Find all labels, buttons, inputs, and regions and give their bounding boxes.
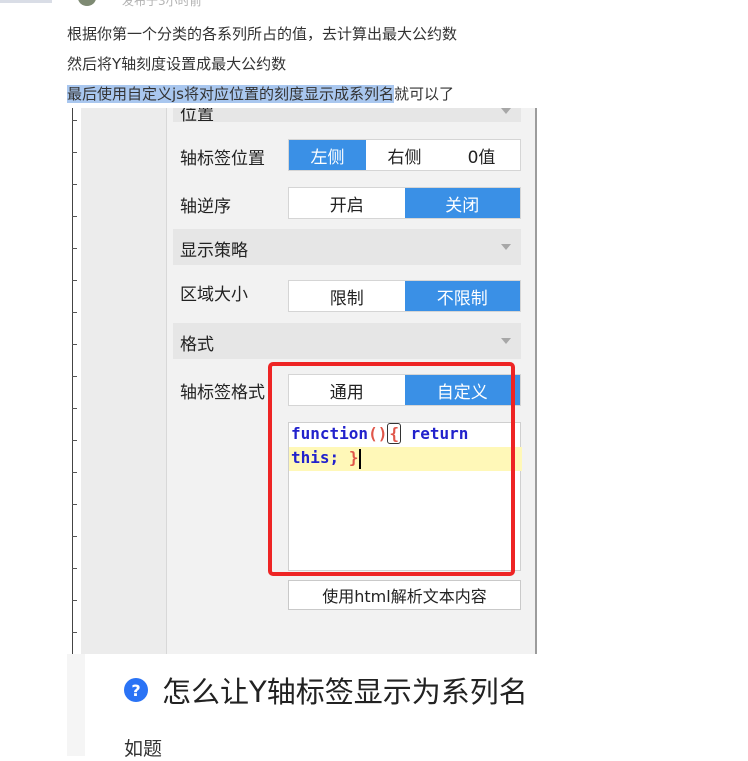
question-header: ? 怎么让Y轴标签显示为系列名 (124, 668, 528, 712)
answer-line-2: 然后将Y轴刻度设置成最大公约数 (67, 55, 287, 73)
ruler-tick (72, 344, 77, 345)
option-off[interactable]: 关闭 (404, 188, 520, 218)
option-left[interactable]: 左侧 (289, 140, 366, 170)
area-size-label: 区域大小 (180, 285, 248, 305)
ruler-tick (72, 216, 77, 217)
axis-reverse-toggle: 开启 关闭 (288, 187, 521, 219)
option-limit[interactable]: 限制 (289, 281, 405, 311)
annotation-red-box (268, 362, 515, 576)
header-divider (0, 0, 52, 3)
option-on[interactable]: 开启 (289, 188, 405, 218)
html-parse-button[interactable]: 使用html解析文本内容 (288, 580, 521, 610)
chevron-down-icon (501, 108, 511, 114)
answer-text: 根据你第一个分类的各系列所占的值，去计算出最大公约数 然后将Y轴刻度设置成最大公… (67, 19, 527, 109)
answer-line-3-tail: 就可以了 (394, 85, 455, 103)
ruler-tick (72, 152, 77, 153)
ruler-tick (72, 600, 77, 601)
axis-label-position-toggle: 左侧 右侧 0值 (288, 139, 521, 171)
ruler-tick (72, 440, 77, 441)
selected-text: 最后使用自定义js将对应位置的刻度显示成系列名 (67, 85, 394, 103)
ruler-tick (72, 472, 77, 473)
page-left-margin (67, 654, 85, 756)
ruler-tick (72, 408, 77, 409)
ruler (67, 108, 82, 654)
section-display-strategy[interactable]: 显示策略 (173, 229, 521, 265)
answer-line-1: 根据你第一个分类的各系列所占的值，去计算出最大公约数 (67, 25, 458, 43)
ruler-tick (72, 568, 77, 569)
ruler-tick (72, 504, 77, 505)
question-title[interactable]: 怎么让Y轴标签显示为系列名 (162, 669, 528, 711)
ruler-tick (72, 632, 77, 633)
panel-edge (535, 108, 537, 654)
axis-label-format-label: 轴标签格式 (180, 383, 265, 403)
axis-label-position-label: 轴标签位置 (180, 149, 265, 169)
ruler-line (72, 108, 73, 654)
section-display-strategy-title: 显示策略 (180, 241, 248, 261)
canvas-gutter (81, 108, 167, 654)
option-zero[interactable]: 0值 (443, 140, 520, 170)
section-format-title: 格式 (180, 335, 214, 355)
question-icon: ? (124, 678, 148, 702)
option-no-limit[interactable]: 不限制 (404, 281, 520, 311)
chevron-down-icon (501, 338, 511, 344)
ruler-tick (72, 120, 77, 121)
section-format[interactable]: 格式 (173, 323, 521, 359)
ruler-tick (72, 312, 77, 313)
chevron-down-icon (501, 244, 511, 250)
section-position-title: 位置 (180, 108, 214, 125)
ruler-tick (72, 280, 77, 281)
question-body: 如题 (124, 738, 163, 760)
option-right[interactable]: 右侧 (366, 140, 443, 170)
ruler-tick (72, 536, 77, 537)
section-position[interactable]: 位置 (173, 108, 521, 125)
ruler-tick (72, 376, 77, 377)
top-strip: 发布于3小时前 (0, 0, 748, 10)
ruler-tick (72, 248, 77, 249)
post-time: 发布于3小时前 (122, 0, 202, 8)
area-size-toggle: 限制 不限制 (288, 280, 521, 312)
avatar[interactable] (78, 0, 96, 6)
ruler-tick (72, 184, 77, 185)
answer-line-3: 最后使用自定义js将对应位置的刻度显示成系列名就可以了 (67, 79, 527, 109)
axis-reverse-label: 轴逆序 (180, 197, 231, 217)
